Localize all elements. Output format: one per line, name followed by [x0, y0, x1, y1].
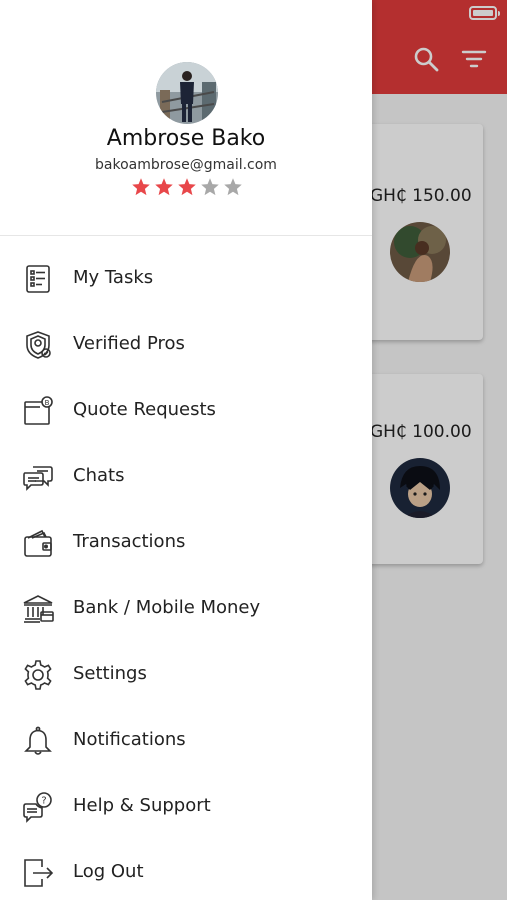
- divider: [0, 235, 372, 236]
- star-filled-icon: [155, 178, 173, 196]
- menu-item-label: Quote Requests: [73, 399, 216, 420]
- rating-stars: [131, 177, 243, 199]
- tasks-list-icon: [22, 263, 54, 295]
- menu-item-chats[interactable]: Chats: [0, 444, 372, 510]
- menu-item-label: My Tasks: [73, 267, 154, 288]
- menu-item-help-support[interactable]: ? Help & Support: [0, 774, 372, 840]
- star-empty-icon: [201, 178, 219, 196]
- menu-item-log-out[interactable]: Log Out: [0, 840, 372, 900]
- menu-item-label: Notifications: [73, 729, 186, 750]
- menu-item-quote-requests[interactable]: B Quote Requests: [0, 378, 372, 444]
- shield-badge-icon: [22, 329, 54, 361]
- wallet-icon: [22, 527, 54, 559]
- profile-name: Ambrose Bako: [106, 126, 266, 151]
- chat-bubbles-icon: [22, 461, 54, 493]
- star-filled-icon: [178, 178, 196, 196]
- menu-item-label: Help & Support: [73, 795, 211, 816]
- navigation-drawer: Ambrose Bako bakoambrose@gmail.com My Ta…: [0, 0, 372, 900]
- star-empty-icon: [224, 178, 242, 196]
- menu-item-label: Settings: [73, 663, 147, 684]
- svg-text:B: B: [45, 399, 50, 407]
- bank-icon: [22, 593, 54, 625]
- menu-item-settings[interactable]: Settings: [0, 642, 372, 708]
- menu-item-bank-mobile-money[interactable]: Bank / Mobile Money: [0, 576, 372, 642]
- star-filled-icon: [132, 178, 150, 196]
- menu-item-label: Verified Pros: [73, 333, 185, 354]
- menu-item-label: Chats: [73, 465, 125, 486]
- bell-icon: [22, 725, 54, 757]
- menu-item-label: Log Out: [73, 861, 144, 882]
- menu-item-verified-pros[interactable]: Verified Pros: [0, 312, 372, 378]
- logout-icon: [22, 857, 54, 889]
- menu-item-label: Bank / Mobile Money: [73, 597, 261, 618]
- menu-item-label: Transactions: [73, 531, 186, 552]
- menu-item-transactions[interactable]: Transactions: [0, 510, 372, 576]
- quote-request-icon: B: [22, 395, 54, 427]
- svg-text:?: ?: [41, 796, 46, 807]
- help-chat-icon: ?: [22, 791, 54, 823]
- profile-email: bakoambrose@gmail.com: [95, 157, 277, 173]
- gear-icon: [22, 659, 54, 691]
- menu-item-notifications[interactable]: Notifications: [0, 708, 372, 774]
- profile-avatar[interactable]: [156, 62, 218, 124]
- menu-item-my-tasks[interactable]: My Tasks: [0, 246, 372, 312]
